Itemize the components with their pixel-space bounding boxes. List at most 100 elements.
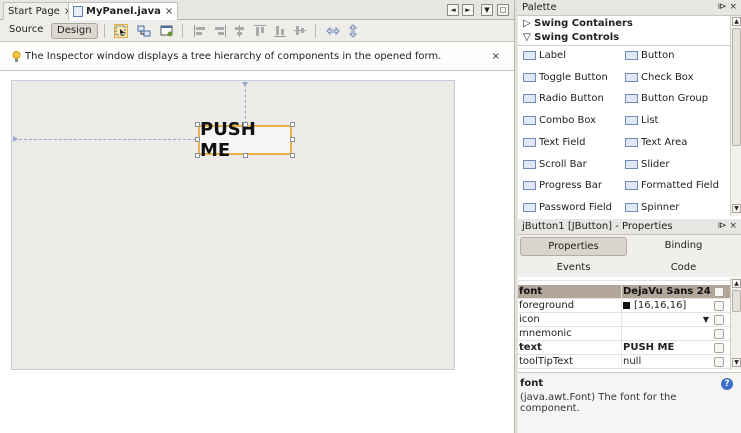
- scrollbar-thumb[interactable]: [732, 28, 741, 146]
- category-divider: [518, 45, 730, 46]
- align-top-icon[interactable]: [253, 24, 267, 38]
- property-value-text: null: [623, 356, 642, 367]
- property-row-text[interactable]: text PUSH ME: [518, 341, 731, 355]
- selection-mode-icon[interactable]: [114, 24, 128, 38]
- palette-item-spinner[interactable]: Spinner: [625, 202, 679, 213]
- tab-binding[interactable]: Binding: [630, 237, 737, 256]
- resize-horizontally-icon[interactable]: [326, 24, 340, 38]
- anchor-arrow-icon: [242, 82, 248, 87]
- resize-handle[interactable]: [195, 122, 200, 127]
- palette-item-slider[interactable]: Slider: [625, 159, 670, 170]
- scroll-tabs-right-icon[interactable]: ►: [462, 4, 474, 16]
- description-text: (java.awt.Font) The font for the compone…: [520, 392, 677, 414]
- palette-item-button[interactable]: Button: [625, 50, 675, 61]
- property-value-text: [16,16,16]: [634, 300, 687, 311]
- property-value[interactable]: [623, 328, 713, 340]
- label-icon: [523, 51, 536, 60]
- preview-design-icon[interactable]: [160, 24, 174, 38]
- property-row-mnemonic[interactable]: mnemonic: [518, 327, 731, 341]
- customize-button[interactable]: [714, 329, 724, 339]
- push-me-button[interactable]: PUSH ME: [198, 119, 292, 161]
- scrollbar-thumb[interactable]: [732, 290, 741, 312]
- palette-item-text-area[interactable]: Text Area: [625, 137, 687, 148]
- property-value[interactable]: [16,16,16]: [623, 300, 713, 312]
- property-name: toolTipText: [519, 356, 574, 367]
- palette-item-label: Combo Box: [539, 115, 597, 127]
- property-value-text: DejaVu Sans 24 Bo: [623, 286, 713, 297]
- property-value[interactable]: null: [623, 356, 713, 368]
- resize-vertically-icon[interactable]: [346, 24, 360, 38]
- center-horizontally-icon[interactable]: [233, 24, 247, 38]
- palette-item-check-box[interactable]: Check Box: [625, 72, 694, 83]
- palette-scrollbar[interactable]: ▲ ▼: [730, 16, 741, 216]
- resize-handle[interactable]: [243, 122, 248, 127]
- property-value[interactable]: PUSH ME: [623, 342, 713, 354]
- palette-item-text-field[interactable]: Text Field: [523, 137, 585, 148]
- maximize-window-icon[interactable]: □: [497, 4, 509, 16]
- palette-item-radio-button[interactable]: Radio Button: [523, 93, 604, 104]
- lightbulb-icon: [12, 50, 21, 63]
- property-row-tooltiptext[interactable]: toolTipText null: [518, 355, 731, 369]
- property-row-foreground[interactable]: foreground [16,16,16]: [518, 299, 731, 313]
- properties-scrollbar[interactable]: ▲ ▼: [730, 278, 741, 370]
- palette-item-label: Progress Bar: [539, 180, 602, 192]
- resize-handle[interactable]: [290, 122, 295, 127]
- tab-properties[interactable]: Properties: [520, 237, 627, 256]
- palette-item-label: Formatted Field: [641, 180, 719, 192]
- close-icon[interactable]: ×: [165, 6, 173, 17]
- scroll-down-icon[interactable]: ▼: [732, 358, 741, 367]
- scroll-down-icon[interactable]: ▼: [732, 204, 741, 213]
- align-bottom-icon[interactable]: [273, 24, 287, 38]
- property-description: font (java.awt.Font) The font for the co…: [518, 372, 741, 433]
- resize-handle[interactable]: [243, 153, 248, 158]
- info-bar: The Inspector window displays a tree hie…: [0, 43, 514, 71]
- property-value[interactable]: ▼: [623, 314, 713, 326]
- dropdown-arrow-icon[interactable]: ▼: [703, 315, 709, 324]
- scroll-tabs-left-icon[interactable]: ◄: [447, 4, 459, 16]
- palette-item-label[interactable]: Label: [523, 50, 566, 61]
- close-icon[interactable]: ×: [492, 51, 500, 62]
- property-value[interactable]: DejaVu Sans 24 Bo: [623, 286, 713, 298]
- center-vertically-icon[interactable]: [293, 24, 307, 38]
- palette-item-scroll-bar[interactable]: Scroll Bar: [523, 159, 587, 170]
- window-controls-icon[interactable]: ⧐ ×: [718, 219, 737, 234]
- category-swing-containers[interactable]: ▷ Swing Containers: [523, 18, 633, 29]
- palette-item-progress-bar[interactable]: Progress Bar: [523, 180, 602, 191]
- customize-button[interactable]: [714, 315, 724, 325]
- color-swatch-icon: [623, 302, 630, 309]
- customize-button[interactable]: [714, 343, 724, 353]
- palette-item-combo-box[interactable]: Combo Box: [523, 115, 596, 126]
- tab-mypanel-java[interactable]: MyPanel.java ×: [68, 2, 179, 20]
- show-opened-documents-icon[interactable]: ▼: [481, 4, 493, 16]
- customize-button[interactable]: [714, 357, 724, 367]
- vertical-anchor-guide: [245, 84, 246, 124]
- help-icon[interactable]: ?: [721, 378, 733, 390]
- align-right-icon[interactable]: [213, 24, 227, 38]
- palette-item-password-field[interactable]: Password Field: [523, 202, 612, 213]
- customize-button[interactable]: [714, 301, 724, 311]
- palette-item-button-group[interactable]: Button Group: [625, 93, 708, 104]
- resize-handle[interactable]: [290, 153, 295, 158]
- resize-handle[interactable]: [290, 137, 295, 142]
- palette-item-toggle-button[interactable]: Toggle Button: [523, 72, 608, 83]
- property-row-icon[interactable]: icon ▼: [518, 313, 731, 327]
- description-title: font: [520, 378, 544, 389]
- palette-item-formatted-field[interactable]: Formatted Field: [625, 180, 719, 191]
- property-row-font[interactable]: font DejaVu Sans 24 Bo: [518, 285, 731, 299]
- source-button[interactable]: Source: [4, 23, 48, 39]
- list-icon: [625, 116, 638, 126]
- scroll-up-icon[interactable]: ▲: [732, 279, 741, 288]
- window-controls-icon[interactable]: ⧐ ×: [718, 0, 737, 15]
- category-swing-controls[interactable]: ▽ Swing Controls: [523, 32, 619, 43]
- palette-item-list[interactable]: List: [625, 115, 658, 126]
- resize-handle[interactable]: [195, 137, 200, 142]
- connection-mode-icon[interactable]: [137, 24, 151, 38]
- design-button[interactable]: Design: [51, 23, 98, 39]
- column-divider: [621, 313, 622, 327]
- palette-title-bar: Palette ⧐ ×: [518, 0, 741, 16]
- resize-handle[interactable]: [195, 153, 200, 158]
- scroll-up-icon[interactable]: ▲: [732, 17, 741, 26]
- tab-start-page[interactable]: Start Page ×: [3, 2, 78, 20]
- align-left-icon[interactable]: [193, 24, 207, 38]
- customize-button[interactable]: [714, 287, 724, 297]
